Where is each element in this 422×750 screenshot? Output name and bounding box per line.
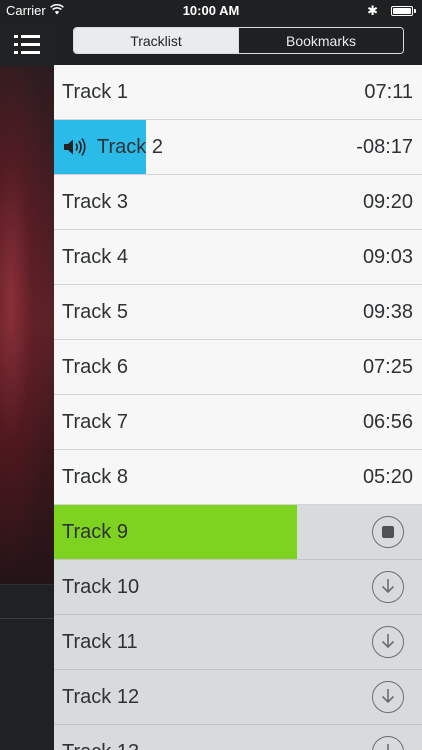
album-artwork	[0, 66, 54, 584]
track-duration: 07:25	[362, 356, 413, 378]
download-icon	[381, 579, 395, 594]
track-name: Track 12	[62, 686, 140, 708]
track-remaining-time: -08:17	[356, 136, 413, 158]
download-icon	[387, 744, 389, 750]
stop-icon	[382, 526, 394, 538]
track-name: Track 1	[62, 81, 128, 103]
tab-bookmarks[interactable]: Bookmarks	[238, 28, 403, 53]
download-button[interactable]	[372, 626, 404, 658]
track-row-2[interactable]: Track 2 -08:17	[54, 120, 422, 175]
divider	[0, 618, 54, 619]
track-row-5[interactable]: Track 5 09:38	[54, 285, 422, 340]
track-duration: 09:03	[362, 246, 413, 268]
track-row-6[interactable]: Track 6 07:25	[54, 340, 422, 395]
track-duration: 07:11	[364, 81, 413, 103]
track-name: Track 7	[62, 411, 128, 433]
track-name: Track 11	[62, 631, 138, 653]
track-name: Track 6	[62, 356, 128, 378]
tab-tracklist[interactable]: Tracklist	[74, 28, 238, 53]
track-row-1[interactable]: Track 1 07:11	[54, 65, 422, 120]
track-name: Track 8	[62, 466, 128, 488]
track-duration: 05:20	[362, 466, 413, 488]
track-row-7[interactable]: Track 7 06:56	[54, 395, 422, 450]
track-row-4[interactable]: Track 4 09:03	[54, 230, 422, 285]
track-name: Track 4	[62, 246, 128, 268]
track-name: Track 5	[62, 301, 128, 323]
segmented-control: Tracklist Bookmarks	[73, 27, 404, 54]
track-name: Track 10	[62, 576, 140, 598]
download-icon	[381, 634, 395, 649]
download-button[interactable]	[372, 571, 404, 603]
speaker-icon	[64, 138, 86, 156]
divider	[0, 584, 54, 585]
track-name: Track 13	[62, 725, 139, 750]
track-row-8[interactable]: Track 8 05:20	[54, 450, 422, 505]
bluetooth-icon: ✱	[367, 3, 378, 18]
track-duration: 06:56	[362, 411, 413, 433]
track-row-12[interactable]: Track 12	[54, 670, 422, 725]
track-list[interactable]: Track 1 07:11 Track 2 -08:17 Track 3 09:…	[54, 65, 422, 750]
battery-icon	[391, 6, 416, 16]
track-row-11[interactable]: Track 11	[54, 615, 422, 670]
side-panel	[0, 22, 54, 750]
track-duration: 09:20	[362, 191, 413, 213]
list-menu-icon[interactable]	[14, 34, 40, 56]
track-name: Track 2	[97, 136, 163, 158]
track-row-13[interactable]: Track 13	[54, 725, 422, 750]
track-duration: 09:38	[362, 301, 413, 323]
track-row-9[interactable]: Track 9	[54, 505, 422, 560]
download-button[interactable]	[372, 736, 404, 750]
download-icon	[381, 689, 395, 704]
header-bar: Tracklist Bookmarks	[54, 22, 422, 65]
status-bar: Carrier 10:00 AM ✱	[0, 0, 422, 22]
track-row-3[interactable]: Track 3 09:20	[54, 175, 422, 230]
track-name: Track 9	[62, 521, 128, 543]
stop-download-button[interactable]	[372, 516, 404, 548]
track-name: Track 3	[62, 191, 128, 213]
status-time: 10:00 AM	[182, 3, 240, 18]
track-row-10[interactable]: Track 10	[54, 560, 422, 615]
download-button[interactable]	[372, 681, 404, 713]
